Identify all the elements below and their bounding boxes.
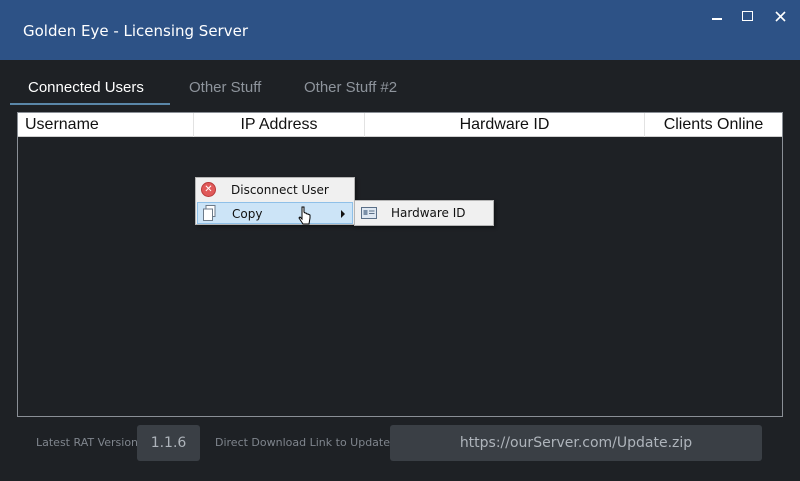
menu-item-copy[interactable]: Copy <box>197 202 353 224</box>
column-header-ip-address[interactable]: IP Address <box>194 113 365 137</box>
tab-connected-users[interactable]: Connected Users <box>28 79 144 103</box>
tab-other-stuff-2[interactable]: Other Stuff #2 <box>304 79 397 103</box>
context-menu: ✕ Disconnect User Copy <box>195 177 355 225</box>
submenu-item-hardware-id[interactable]: Hardware ID <box>356 202 492 224</box>
window-title: Golden Eye - Licensing Server <box>23 22 248 40</box>
maximize-icon <box>741 11 753 21</box>
disconnect-icon: ✕ <box>201 182 216 197</box>
column-header-clients-online[interactable]: Clients Online <box>645 113 782 137</box>
menu-item-label: Copy <box>232 207 263 221</box>
copy-icon <box>203 205 216 221</box>
menu-item-label: Hardware ID <box>391 206 466 220</box>
submenu-arrow-icon <box>341 210 345 218</box>
mouse-cursor-icon <box>298 206 311 225</box>
title-bar[interactable]: Golden Eye - Licensing Server <box>0 0 800 60</box>
list-header: Username IP Address Hardware ID Clients … <box>18 113 782 137</box>
copy-submenu: Hardware ID <box>354 200 494 226</box>
minimize-button[interactable] <box>705 6 729 26</box>
tab-other-stuff[interactable]: Other Stuff <box>189 79 261 103</box>
download-link-field[interactable]: https://ourServer.com/Update.zip <box>390 425 762 461</box>
menu-item-label: Disconnect User <box>231 183 329 197</box>
menu-item-disconnect-user[interactable]: ✕ Disconnect User <box>197 179 353 201</box>
active-tab-indicator <box>10 103 170 105</box>
close-button[interactable] <box>768 6 792 26</box>
version-field[interactable]: 1.1.6 <box>137 425 200 461</box>
id-card-icon <box>361 207 377 219</box>
version-label: Latest RAT Version: <box>36 436 142 449</box>
maximize-button[interactable] <box>735 6 759 26</box>
column-header-hardware-id[interactable]: Hardware ID <box>365 113 645 137</box>
users-list-view[interactable]: Username IP Address Hardware ID Clients … <box>17 112 783 417</box>
download-link-label: Direct Download Link to Update: <box>215 436 394 449</box>
close-icon <box>774 10 786 22</box>
minimize-icon <box>712 18 722 20</box>
column-header-username[interactable]: Username <box>18 113 194 137</box>
